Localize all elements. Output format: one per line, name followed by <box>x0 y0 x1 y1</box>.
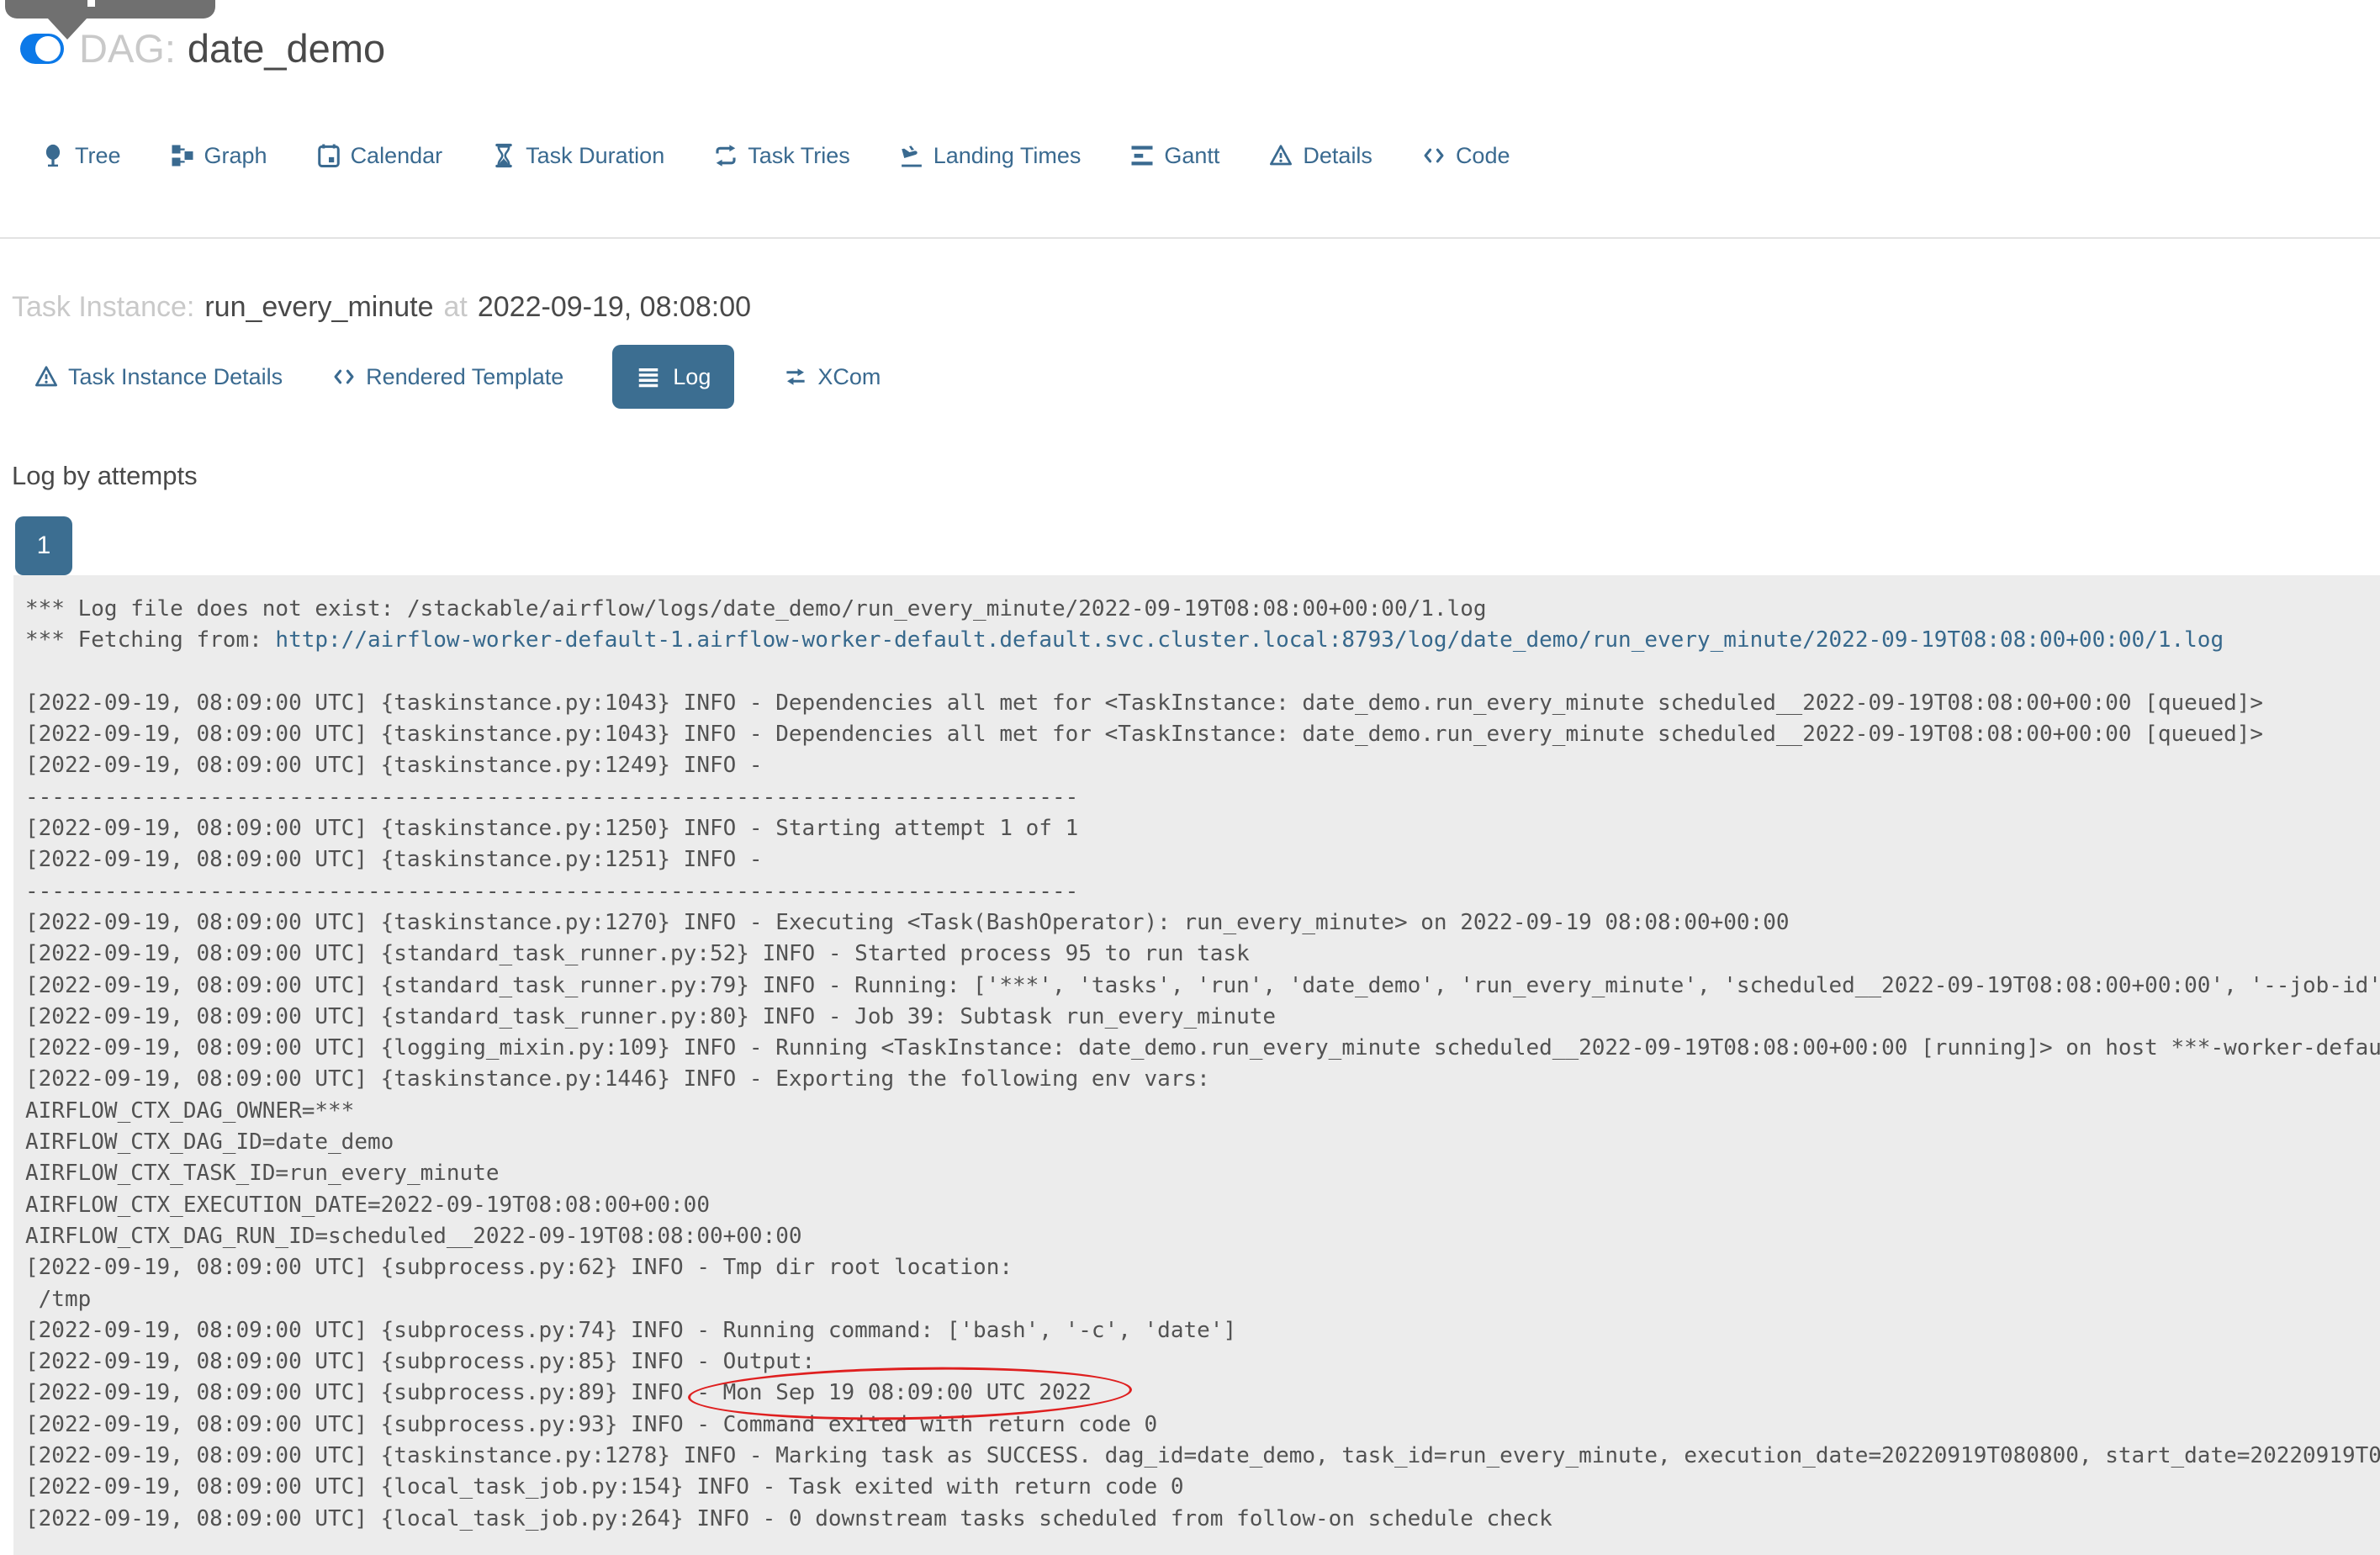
log-line: *** Fetching from: http://airflow-worker… <box>25 627 2224 653</box>
log-line: [2022-09-19, 08:09:00 UTC] {subprocess.p… <box>25 1380 1092 1406</box>
log-line: [2022-09-19, 08:09:00 UTC] {standard_tas… <box>25 1003 1277 1029</box>
tab-task-instance-details[interactable]: Task Instance Details <box>34 364 283 390</box>
log-line: *** Log file does not exist: /stackable/… <box>25 596 1487 621</box>
tab-label: Log <box>673 363 711 389</box>
log-line: [2022-09-19, 08:09:00 UTC] {taskinstance… <box>25 690 2264 716</box>
log-line: [2022-09-19, 08:09:00 UTC] {subprocess.p… <box>25 1255 1026 1281</box>
attempt-1-tab[interactable]: 1 <box>15 516 72 575</box>
log-line: [2022-09-19, 08:09:00 UTC] {subprocess.p… <box>25 1317 1237 1343</box>
log-line: [2022-09-19, 08:09:00 UTC] {local_task_j… <box>25 1474 1184 1500</box>
tab-code[interactable]: Code <box>1421 143 1510 169</box>
log-by-attempts-heading: Log by attempts <box>12 461 198 490</box>
plane-arrival-icon <box>899 143 924 168</box>
log-line: [2022-09-19, 08:09:00 UTC] {logging_mixi… <box>25 1035 2380 1061</box>
log-line: [2022-09-19, 08:09:00 UTC] {standard_tas… <box>25 972 2380 998</box>
log-line: [2022-09-19, 08:09:00 UTC] {taskinstance… <box>25 1443 2380 1469</box>
repeat-icon <box>713 143 738 168</box>
log-line: [2022-09-19, 08:09:00 UTC] {taskinstance… <box>25 909 1790 935</box>
tab-label: Graph <box>204 142 267 168</box>
tab-xcom[interactable]: XCom <box>783 364 881 390</box>
tab-rendered-template[interactable]: Rendered Template <box>331 364 563 390</box>
tab-task-duration[interactable]: Task Duration <box>491 143 664 169</box>
tab-graph[interactable]: Graph <box>170 143 267 169</box>
log-line: [2022-09-19, 08:09:00 UTC] {taskinstance… <box>25 847 776 873</box>
dag-name: date_demo <box>187 26 386 71</box>
log-panel: *** Log file does not exist: /stackable/… <box>13 575 2380 1555</box>
log-line: AIRFLOW_CTX_TASK_ID=run_every_minute <box>25 1161 500 1187</box>
warning-triangle-icon <box>34 364 59 389</box>
task-instance-label: Task Instance: <box>12 291 195 323</box>
calendar-icon <box>316 143 341 168</box>
log-line: [2022-09-19, 08:09:00 UTC] {local_task_j… <box>25 1505 1552 1531</box>
graph-icon <box>170 143 195 168</box>
tab-log-active[interactable]: Log <box>612 345 735 409</box>
page-title: DAG: date_demo <box>79 25 385 71</box>
tab-label: Task Tries <box>748 142 850 168</box>
dag-label: DAG: <box>79 26 176 71</box>
log-line: [2022-09-19, 08:09:00 UTC] {standard_tas… <box>25 941 1250 967</box>
tab-tree[interactable]: Tree <box>40 143 121 169</box>
log-line: [2022-09-19, 08:09:00 UTC] {taskinstance… <box>25 1066 1210 1092</box>
tab-label: Details <box>1303 142 1372 168</box>
tab-label: Calendar <box>350 142 443 168</box>
list-icon <box>636 364 661 389</box>
task-instance-tabs: Task Instance Details Rendered Template … <box>34 345 881 409</box>
tree-icon <box>40 143 66 168</box>
log-line: AIRFLOW_CTX_DAG_ID=date_demo <box>25 1129 394 1156</box>
tab-task-tries[interactable]: Task Tries <box>713 143 850 169</box>
hourglass-icon <box>491 143 516 168</box>
log-line: [2022-09-19, 08:09:00 UTC] {taskinstance… <box>25 753 776 779</box>
exchange-arrows-icon <box>783 364 808 389</box>
log-output: *** Log file does not exist: /stackable/… <box>13 575 2380 1535</box>
tab-label: Rendered Template <box>366 363 564 389</box>
log-line: ----------------------------------------… <box>25 878 1079 904</box>
task-instance-name: run_every_minute <box>204 291 434 323</box>
task-instance-heading: Task Instance: run_every_minute at 2022-… <box>12 291 751 324</box>
tooltip-arrow <box>47 18 87 40</box>
tab-label: XCom <box>817 363 881 389</box>
log-line: [2022-09-19, 08:09:00 UTC] {taskinstance… <box>25 722 2264 748</box>
log-line: AIRFLOW_CTX_DAG_OWNER=*** <box>25 1097 355 1124</box>
log-line: [2022-09-19, 08:09:00 UTC] {taskinstance… <box>25 816 1079 842</box>
log-line: AIRFLOW_CTX_DAG_RUN_ID=scheduled__2022-0… <box>25 1223 802 1249</box>
code-icon <box>331 364 357 389</box>
tooltip-text-fragment <box>87 0 95 7</box>
code-icon <box>1421 143 1447 168</box>
at-word: at <box>443 291 468 323</box>
gantt-icon <box>1129 143 1155 168</box>
tab-label: Code <box>1455 142 1510 168</box>
toggle-knob <box>35 35 61 61</box>
header-divider <box>0 237 2380 239</box>
tab-gantt[interactable]: Gantt <box>1129 143 1219 169</box>
tab-label: Task Duration <box>526 142 665 168</box>
warning-triangle-icon <box>1268 143 1293 168</box>
log-fetch-link[interactable]: http://airflow-worker-default-1.airflow-… <box>275 627 2224 653</box>
clipped-tooltip-bubble <box>5 0 215 19</box>
log-line: ----------------------------------------… <box>25 784 1079 810</box>
tab-label: Task Instance Details <box>68 363 283 389</box>
log-line: /tmp <box>25 1286 92 1312</box>
tab-label: Landing Times <box>933 142 1082 168</box>
tab-landing-times[interactable]: Landing Times <box>899 142 1082 169</box>
tab-label: Gantt <box>1164 142 1220 168</box>
log-line: AIRFLOW_CTX_EXECUTION_DATE=2022-09-19T08… <box>25 1192 710 1218</box>
dag-view-tabs: Tree Graph Calendar Task Duration Task T… <box>40 126 1510 185</box>
log-line: [2022-09-19, 08:09:00 UTC] {subprocess.p… <box>25 1349 816 1375</box>
tab-details[interactable]: Details <box>1268 143 1372 169</box>
task-instance-datetime: 2022-09-19, 08:08:00 <box>477 291 752 323</box>
log-line: [2022-09-19, 08:09:00 UTC] {subprocess.p… <box>25 1411 1158 1437</box>
tab-label: Tree <box>75 142 121 168</box>
tab-calendar[interactable]: Calendar <box>316 142 443 169</box>
